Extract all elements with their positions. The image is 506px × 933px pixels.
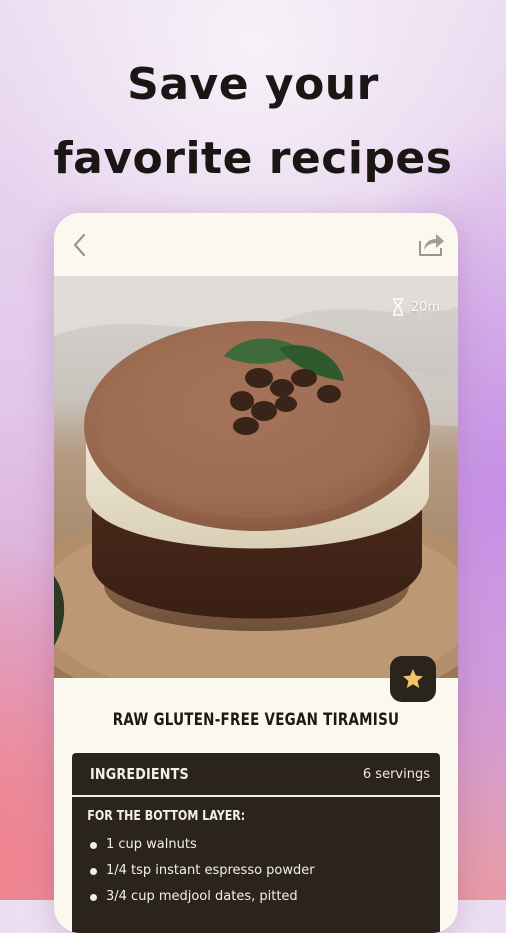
time-badge: 20m xyxy=(391,298,440,316)
favorite-button[interactable] xyxy=(390,656,436,702)
ingredients-header: INGREDIENTS 6 servings xyxy=(72,753,440,797)
ingredients-panel: INGREDIENTS 6 servings FOR THE BOTTOM LA… xyxy=(72,753,440,933)
ingredients-list: 1 cup walnuts 1/4 tsp instant espresso p… xyxy=(72,832,440,910)
servings-selector[interactable]: 6 servings xyxy=(363,767,430,782)
ingredient-text: 1 cup walnuts xyxy=(106,837,197,852)
list-item: 1 cup walnuts xyxy=(90,832,440,858)
share-button[interactable] xyxy=(416,229,446,259)
ingredient-text: 3/4 cup medjool dates, pitted xyxy=(106,889,298,904)
chevron-left-icon xyxy=(73,233,86,257)
ingredient-text: 1/4 tsp instant espresso powder xyxy=(106,863,315,878)
bullet-icon xyxy=(90,893,97,901)
ingredients-title: INGREDIENTS xyxy=(90,765,189,783)
headline: Save your favorite recipes xyxy=(0,48,506,196)
headline-line-2: favorite recipes xyxy=(53,133,453,184)
recipe-photo: 20m xyxy=(54,276,458,678)
back-button[interactable] xyxy=(68,231,94,259)
top-bar xyxy=(54,213,458,276)
bullet-icon xyxy=(90,841,97,849)
list-item: 1/4 tsp instant espresso powder xyxy=(90,858,440,884)
list-item: 3/4 cup medjool dates, pitted xyxy=(90,884,440,910)
star-icon xyxy=(403,669,423,688)
cook-time: 20m xyxy=(410,299,440,315)
tiramisu-illustration xyxy=(54,276,458,678)
phone-screen: 20m RAW GLUTEN-FREE VEGAN TIRAMISU INGRE… xyxy=(54,213,458,933)
hourglass-icon xyxy=(392,298,403,316)
share-icon xyxy=(419,234,444,256)
bullet-icon xyxy=(90,867,97,875)
headline-line-1: Save your xyxy=(127,59,379,110)
recipe-title: RAW GLUTEN-FREE VEGAN TIRAMISU xyxy=(112,710,400,730)
ingredients-section-title: FOR THE BOTTOM LAYER: xyxy=(87,809,246,824)
